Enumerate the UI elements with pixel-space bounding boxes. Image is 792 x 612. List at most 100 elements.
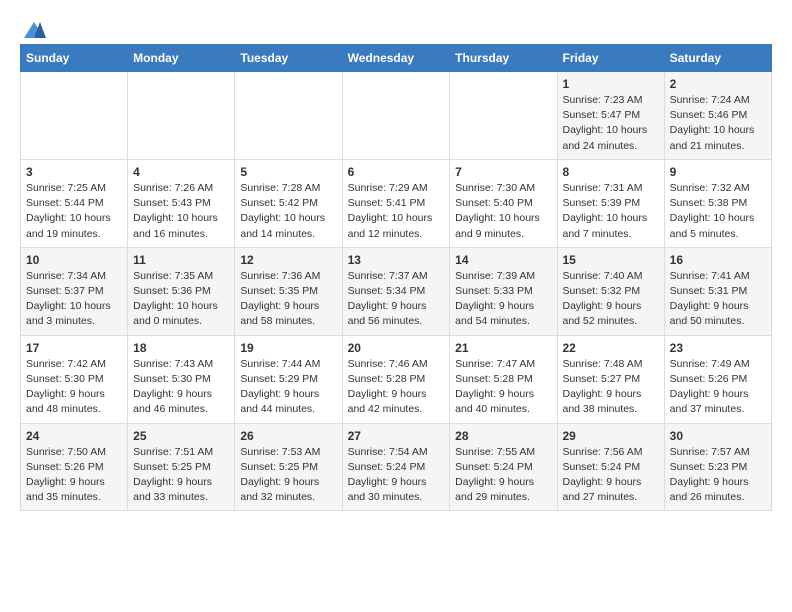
- day-info: Sunrise: 7:54 AMSunset: 5:24 PMDaylight:…: [348, 445, 445, 506]
- calendar-cell: 22 Sunrise: 7:48 AMSunset: 5:27 PMDayligh…: [557, 335, 664, 423]
- calendar-cell: 3Sunrise: 7:25 AMSunset: 5:44 PMDaylight…: [21, 159, 128, 247]
- day-info: Sunrise: 7:23 AMSunset: 5:47 PMDaylight:…: [563, 93, 659, 154]
- calendar-cell: 1 Sunrise: 7:23 AMSunset: 5:47 PMDaylight…: [557, 72, 664, 160]
- calendar-cell: 10 Sunrise: 7:34 AMSunset: 5:37 PMDayligh…: [21, 247, 128, 335]
- day-info: Sunrise: 7:36 AMSunset: 5:35 PMDaylight:…: [240, 269, 336, 330]
- day-info: Sunrise: 7:50 AMSunset: 5:26 PMDaylight:…: [26, 445, 122, 506]
- day-number: 10: [26, 253, 122, 267]
- weekday-header-wednesday: Wednesday: [342, 45, 450, 72]
- day-info: Sunrise: 7:40 AMSunset: 5:32 PMDaylight:…: [563, 269, 659, 330]
- weekday-header-monday: Monday: [128, 45, 235, 72]
- calendar-cell: 11Sunrise: 7:35 AMSunset: 5:36 PMDayligh…: [128, 247, 235, 335]
- day-info: Sunrise: 7:30 AMSunset: 5:40 PMDaylight:…: [455, 181, 551, 242]
- calendar-cell: 24 Sunrise: 7:50 AMSunset: 5:26 PMDayligh…: [21, 423, 128, 511]
- calendar-cell: 27 Sunrise: 7:54 AMSunset: 5:24 PMDayligh…: [342, 423, 450, 511]
- weekday-header-saturday: Saturday: [664, 45, 771, 72]
- day-number: 22: [563, 341, 659, 355]
- calendar-cell: 25 Sunrise: 7:51 AMSunset: 5:25 PMDayligh…: [128, 423, 235, 511]
- calendar-cell: 6Sunrise: 7:29 AMSunset: 5:41 PMDaylight…: [342, 159, 450, 247]
- day-info: Sunrise: 7:49 AMSunset: 5:26 PMDaylight:…: [670, 357, 766, 418]
- weekday-header-friday: Friday: [557, 45, 664, 72]
- day-number: 9: [670, 165, 766, 179]
- calendar-week-4: 17 Sunrise: 7:42 AMSunset: 5:30 PMDayligh…: [21, 335, 772, 423]
- day-info: Sunrise: 7:47 AMSunset: 5:28 PMDaylight:…: [455, 357, 551, 418]
- day-info: Sunrise: 7:28 AMSunset: 5:42 PMDaylight:…: [240, 181, 336, 242]
- calendar-cell: 12 Sunrise: 7:36 AMSunset: 5:35 PMDayligh…: [235, 247, 342, 335]
- logo-icon: [22, 20, 46, 40]
- calendar-week-5: 24 Sunrise: 7:50 AMSunset: 5:26 PMDayligh…: [21, 423, 772, 511]
- day-number: 30: [670, 429, 766, 443]
- day-info: Sunrise: 7:56 AMSunset: 5:24 PMDaylight:…: [563, 445, 659, 506]
- day-info: Sunrise: 7:39 AMSunset: 5:33 PMDaylight:…: [455, 269, 551, 330]
- day-number: 24: [26, 429, 122, 443]
- calendar-cell: [128, 72, 235, 160]
- logo: [20, 20, 46, 34]
- day-number: 14: [455, 253, 551, 267]
- day-info: Sunrise: 7:31 AMSunset: 5:39 PMDaylight:…: [563, 181, 659, 242]
- calendar-cell: [21, 72, 128, 160]
- calendar-cell: 13 Sunrise: 7:37 AMSunset: 5:34 PMDayligh…: [342, 247, 450, 335]
- day-number: 7: [455, 165, 551, 179]
- day-info: Sunrise: 7:25 AMSunset: 5:44 PMDaylight:…: [26, 181, 122, 242]
- calendar-cell: [450, 72, 557, 160]
- calendar-cell: 2Sunrise: 7:24 AMSunset: 5:46 PMDaylight…: [664, 72, 771, 160]
- calendar-cell: 23 Sunrise: 7:49 AMSunset: 5:26 PMDayligh…: [664, 335, 771, 423]
- day-info: Sunrise: 7:34 AMSunset: 5:37 PMDaylight:…: [26, 269, 122, 330]
- day-number: 15: [563, 253, 659, 267]
- calendar-cell: 16 Sunrise: 7:41 AMSunset: 5:31 PMDayligh…: [664, 247, 771, 335]
- calendar-cell: 19 Sunrise: 7:44 AMSunset: 5:29 PMDayligh…: [235, 335, 342, 423]
- calendar-cell: 5 Sunrise: 7:28 AMSunset: 5:42 PMDaylight…: [235, 159, 342, 247]
- day-number: 12: [240, 253, 336, 267]
- calendar-week-1: 1 Sunrise: 7:23 AMSunset: 5:47 PMDaylight…: [21, 72, 772, 160]
- weekday-header-sunday: Sunday: [21, 45, 128, 72]
- day-number: 5: [240, 165, 336, 179]
- calendar-cell: 26 Sunrise: 7:53 AMSunset: 5:25 PMDayligh…: [235, 423, 342, 511]
- weekday-header-row: SundayMondayTuesdayWednesdayThursdayFrid…: [21, 45, 772, 72]
- calendar-cell: 7 Sunrise: 7:30 AMSunset: 5:40 PMDaylight…: [450, 159, 557, 247]
- calendar-cell: 18Sunrise: 7:43 AMSunset: 5:30 PMDayligh…: [128, 335, 235, 423]
- day-number: 17: [26, 341, 122, 355]
- calendar-table: SundayMondayTuesdayWednesdayThursdayFrid…: [20, 44, 772, 511]
- day-number: 20: [348, 341, 445, 355]
- weekday-header-tuesday: Tuesday: [235, 45, 342, 72]
- calendar-body: 1 Sunrise: 7:23 AMSunset: 5:47 PMDaylight…: [21, 72, 772, 511]
- calendar-header: SundayMondayTuesdayWednesdayThursdayFrid…: [21, 45, 772, 72]
- day-info: Sunrise: 7:46 AMSunset: 5:28 PMDaylight:…: [348, 357, 445, 418]
- day-number: 19: [240, 341, 336, 355]
- day-info: Sunrise: 7:55 AMSunset: 5:24 PMDaylight:…: [455, 445, 551, 506]
- calendar-cell: 30 Sunrise: 7:57 AMSunset: 5:23 PMDayligh…: [664, 423, 771, 511]
- day-info: Sunrise: 7:53 AMSunset: 5:25 PMDaylight:…: [240, 445, 336, 506]
- day-info: Sunrise: 7:41 AMSunset: 5:31 PMDaylight:…: [670, 269, 766, 330]
- calendar-cell: [342, 72, 450, 160]
- day-number: 27: [348, 429, 445, 443]
- day-info: Sunrise: 7:42 AMSunset: 5:30 PMDaylight:…: [26, 357, 122, 418]
- day-number: 26: [240, 429, 336, 443]
- day-number: 18: [133, 341, 229, 355]
- day-number: 13: [348, 253, 445, 267]
- day-info: Sunrise: 7:57 AMSunset: 5:23 PMDaylight:…: [670, 445, 766, 506]
- day-number: 11: [133, 253, 229, 267]
- day-info: Sunrise: 7:37 AMSunset: 5:34 PMDaylight:…: [348, 269, 445, 330]
- day-number: 25: [133, 429, 229, 443]
- calendar-cell: 4Sunrise: 7:26 AMSunset: 5:43 PMDaylight…: [128, 159, 235, 247]
- calendar-cell: 9 Sunrise: 7:32 AMSunset: 5:38 PMDaylight…: [664, 159, 771, 247]
- calendar-week-2: 3Sunrise: 7:25 AMSunset: 5:44 PMDaylight…: [21, 159, 772, 247]
- calendar-cell: 28Sunrise: 7:55 AMSunset: 5:24 PMDayligh…: [450, 423, 557, 511]
- day-number: 23: [670, 341, 766, 355]
- calendar-cell: 8 Sunrise: 7:31 AMSunset: 5:39 PMDaylight…: [557, 159, 664, 247]
- calendar-cell: 17 Sunrise: 7:42 AMSunset: 5:30 PMDayligh…: [21, 335, 128, 423]
- calendar-cell: 21 Sunrise: 7:47 AMSunset: 5:28 PMDayligh…: [450, 335, 557, 423]
- day-info: Sunrise: 7:44 AMSunset: 5:29 PMDaylight:…: [240, 357, 336, 418]
- day-number: 16: [670, 253, 766, 267]
- calendar-cell: 14 Sunrise: 7:39 AMSunset: 5:33 PMDayligh…: [450, 247, 557, 335]
- day-info: Sunrise: 7:51 AMSunset: 5:25 PMDaylight:…: [133, 445, 229, 506]
- calendar-cell: 20 Sunrise: 7:46 AMSunset: 5:28 PMDayligh…: [342, 335, 450, 423]
- day-number: 21: [455, 341, 551, 355]
- day-number: 8: [563, 165, 659, 179]
- day-number: 1: [563, 77, 659, 91]
- calendar-week-3: 10 Sunrise: 7:34 AMSunset: 5:37 PMDayligh…: [21, 247, 772, 335]
- day-info: Sunrise: 7:48 AMSunset: 5:27 PMDaylight:…: [563, 357, 659, 418]
- calendar-cell: 15 Sunrise: 7:40 AMSunset: 5:32 PMDayligh…: [557, 247, 664, 335]
- day-info: Sunrise: 7:24 AMSunset: 5:46 PMDaylight:…: [670, 93, 766, 154]
- day-info: Sunrise: 7:32 AMSunset: 5:38 PMDaylight:…: [670, 181, 766, 242]
